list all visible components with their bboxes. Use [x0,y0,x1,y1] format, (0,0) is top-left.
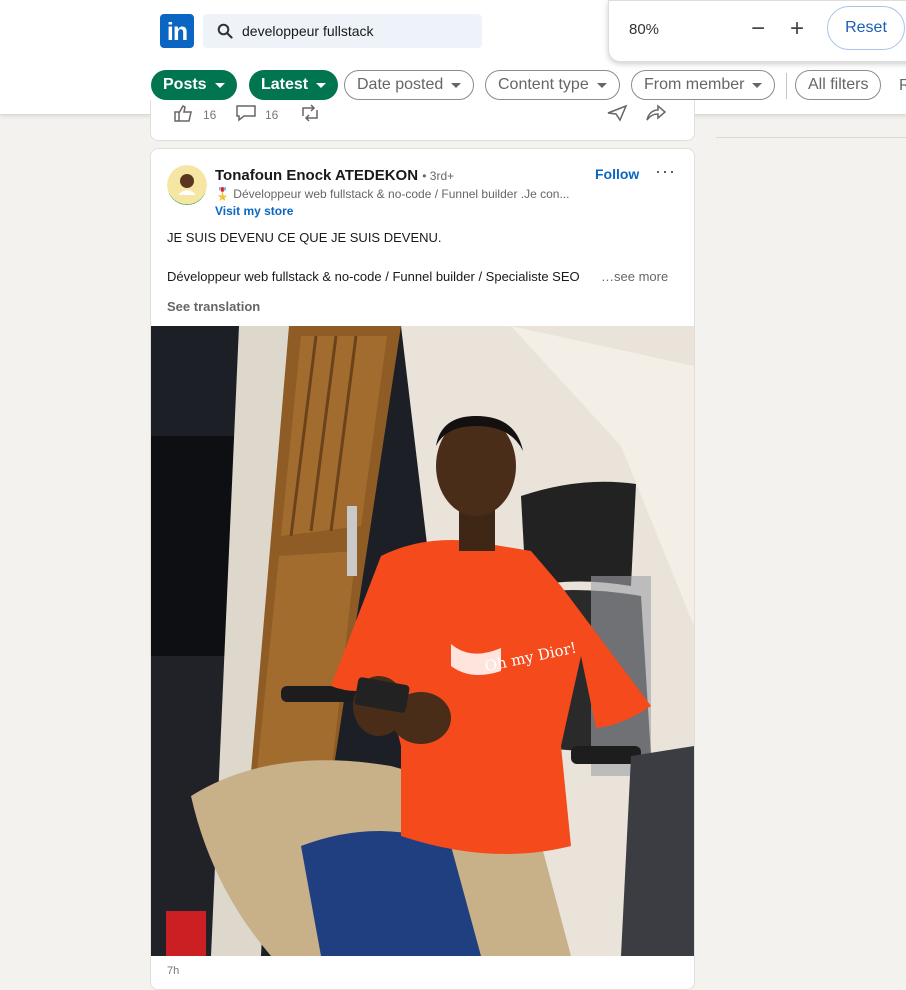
latest-sort-button[interactable]: Latest [249,70,339,100]
search-input[interactable]: developpeur fullstack [242,23,374,39]
right-rail-divider [716,137,906,138]
post-timestamp: 7h [167,965,180,977]
from-member-label: From member [644,76,745,93]
post-author[interactable]: Tonafoun Enock ATEDEKON • 3rd+ [215,167,454,184]
caret-down-icon [596,82,607,88]
like-icon[interactable] [173,104,195,122]
send-icon[interactable] [606,104,628,122]
posts-filter-button[interactable]: Posts [151,70,237,100]
posts-filter-label: Posts [163,76,207,93]
post-image[interactable]: Oh my Dior! [151,326,694,956]
zoom-reset-button[interactable]: Reset [827,6,905,50]
filter-divider [786,73,787,99]
zoom-in-button[interactable]: + [786,14,808,44]
visit-store-link[interactable]: Visit my store [215,204,293,218]
linkedin-logo-icon[interactable]: in [160,14,194,48]
search-icon [217,23,233,39]
post-text-line: JE SUIS DEVENU CE QUE JE SUIS DEVENU. [167,230,442,245]
previous-post-card: 16 16 [150,100,695,141]
date-posted-filter-button[interactable]: Date posted [344,70,475,100]
comment-count: 16 [265,108,279,122]
date-posted-label: Date posted [357,76,444,93]
connection-degree: • 3rd+ [422,169,455,183]
all-filters-label: All filters [808,76,869,93]
author-avatar[interactable] [167,165,207,205]
reset-filters-truncated[interactable]: R [899,77,906,95]
zoom-out-button[interactable]: − [748,14,768,44]
reaction-count: 16 [203,108,217,122]
post-card: Tonafoun Enock ATEDEKON • 3rd+ 🎖️ Dévelo… [150,148,695,990]
search-box[interactable]: developpeur fullstack [203,14,482,48]
zoom-level: 80% [629,21,660,38]
more-options-icon[interactable]: ··· [655,161,676,182]
all-filters-button[interactable]: All filters [795,70,882,100]
content-type-label: Content type [498,76,589,93]
author-headline: 🎖️ Développeur web fullstack & no-code /… [215,187,570,201]
author-name[interactable]: Tonafoun Enock ATEDEKON [215,167,418,184]
latest-sort-label: Latest [261,76,309,93]
share-icon[interactable] [645,104,667,122]
content-type-filter-button[interactable]: Content type [485,70,620,100]
from-member-filter-button[interactable]: From member [631,70,776,100]
comment-icon[interactable] [235,104,257,122]
zoom-popup: 80% − + Reset [608,0,906,62]
see-more-link[interactable]: …see more [601,269,668,284]
caret-down-icon [752,82,763,88]
post-text-line: Développeur web fullstack & no-code / Fu… [167,269,580,284]
post-photo [151,326,694,956]
caret-down-icon [316,82,327,88]
caret-down-icon [451,82,462,88]
avatar-image [167,165,207,205]
repost-icon[interactable] [299,104,321,122]
see-translation-link[interactable]: See translation [167,299,260,314]
caret-down-icon [214,82,225,88]
follow-button[interactable]: Follow [595,166,639,182]
